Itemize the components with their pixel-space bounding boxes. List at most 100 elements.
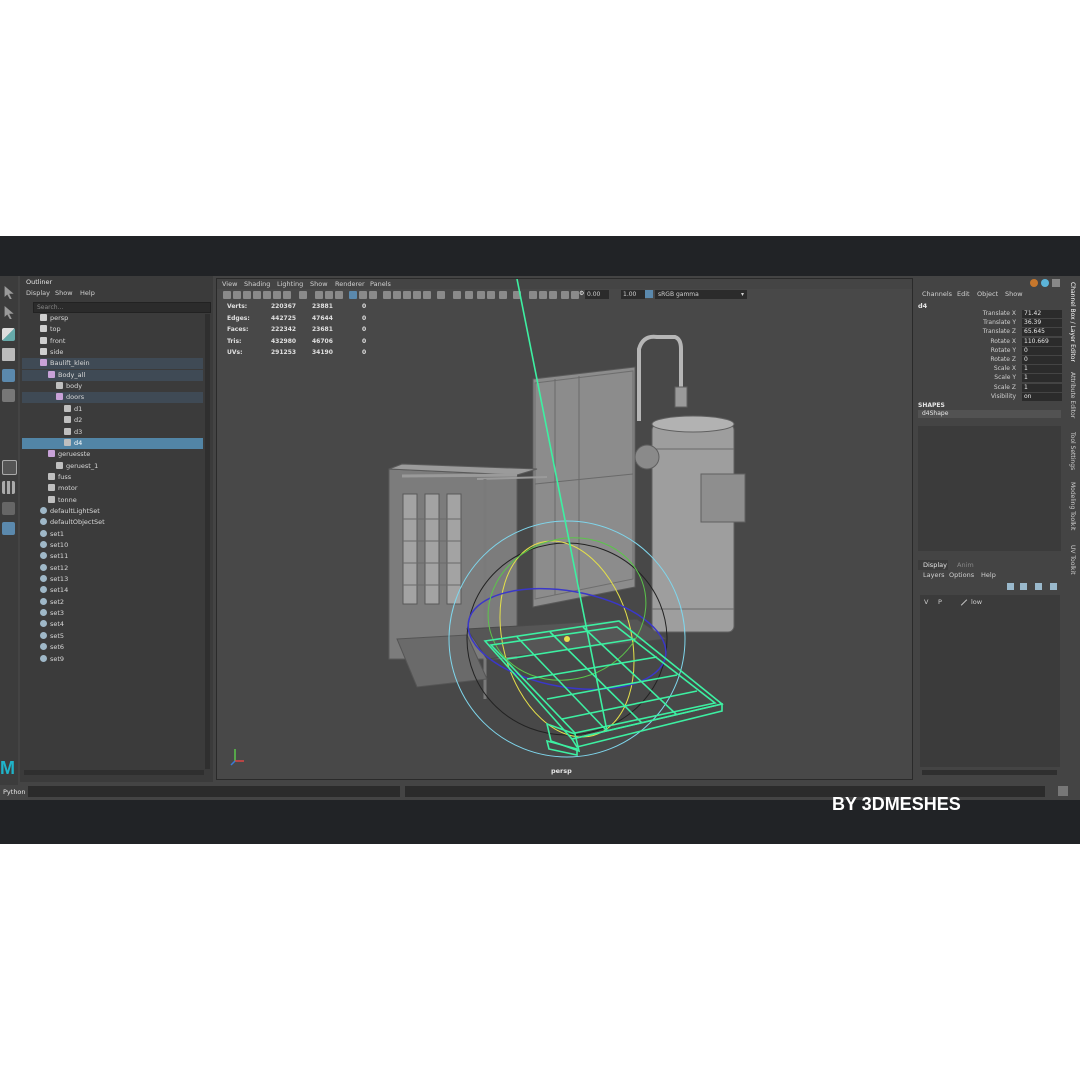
- outliner-item-d2[interactable]: d2: [22, 415, 203, 426]
- paint-tool-icon[interactable]: [2, 328, 15, 341]
- outliner-tab[interactable]: Outliner: [26, 278, 52, 286]
- outliner-hscrollbar[interactable]: [24, 770, 204, 775]
- outliner-item-front[interactable]: front: [22, 336, 203, 347]
- channel-attr-value[interactable]: 65.645: [1022, 328, 1062, 337]
- outliner-item-set11[interactable]: set11: [22, 551, 203, 562]
- outliner-item-persp[interactable]: persp: [22, 313, 203, 324]
- channel-attr-value[interactable]: 110.669: [1022, 337, 1062, 346]
- outliner-item-set2[interactable]: set2: [22, 597, 203, 608]
- channel-attr-label[interactable]: Visibility: [916, 393, 1016, 400]
- channel-menu-channels[interactable]: Channels: [922, 290, 952, 298]
- layer-menu-options[interactable]: Options: [949, 571, 974, 579]
- move-tool-icon[interactable]: [2, 348, 15, 361]
- move-layer-down-icon[interactable]: [1020, 583, 1027, 590]
- channel-attr-label[interactable]: Scale Z: [916, 384, 1016, 391]
- outliner-item-d4[interactable]: d4: [22, 437, 203, 449]
- command-language-label[interactable]: Python: [3, 787, 26, 797]
- viewport-persp[interactable]: View Shading Lighting Show Renderer Pane…: [216, 278, 913, 780]
- shape-node-row[interactable]: d4Shape: [918, 410, 1061, 418]
- channel-menu-edit[interactable]: Edit: [957, 290, 970, 298]
- channel-attr-label[interactable]: Translate Z: [916, 328, 1016, 335]
- outliner-item-set1[interactable]: set1: [22, 529, 203, 540]
- outliner-menu-help[interactable]: Help: [80, 289, 95, 297]
- outliner-item-top[interactable]: top: [22, 324, 203, 335]
- layout-two-icon[interactable]: [2, 502, 15, 515]
- lasso-tool-icon[interactable]: [4, 306, 14, 319]
- layout-outliner-icon[interactable]: [2, 522, 15, 535]
- new-layer-icon[interactable]: [1035, 583, 1042, 590]
- side-tab[interactable]: Tool Settings: [1064, 432, 1076, 470]
- layer-hscrollbar[interactable]: [922, 770, 1057, 775]
- outliner-item-geruesste[interactable]: geruesste: [22, 449, 203, 460]
- channel-attr-label[interactable]: Rotate Y: [916, 347, 1016, 354]
- channel-attr-label[interactable]: Translate Y: [916, 319, 1016, 326]
- layer-tab-anim[interactable]: Anim: [957, 560, 974, 570]
- scale-tool-icon[interactable]: [2, 389, 15, 402]
- layer-color-icon[interactable]: [960, 599, 968, 606]
- outliner-item-set4[interactable]: set4: [22, 619, 203, 630]
- outliner-item-set9[interactable]: set9: [22, 654, 203, 665]
- outliner-item-defaultObjectSet[interactable]: defaultObjectSet: [22, 517, 203, 528]
- channel-attr-label[interactable]: Translate X: [916, 310, 1016, 317]
- side-tab[interactable]: UV Toolkit: [1064, 545, 1076, 575]
- outliner-item-set5[interactable]: set5: [22, 631, 203, 642]
- command-input[interactable]: [28, 786, 400, 797]
- outliner-item-fuss[interactable]: fuss: [22, 472, 203, 483]
- outliner-item-d3[interactable]: d3: [22, 427, 203, 438]
- outliner-item-d1[interactable]: d1: [22, 404, 203, 415]
- script-editor-icon[interactable]: [1058, 786, 1068, 796]
- channel-menu-object[interactable]: Object: [977, 290, 998, 298]
- channel-menu-show[interactable]: Show: [1005, 290, 1023, 298]
- layer-tab-display[interactable]: Display: [918, 560, 948, 570]
- channel-attr-value[interactable]: 1: [1022, 383, 1062, 392]
- outliner-item-defaultLightSet[interactable]: defaultLightSet: [22, 506, 203, 517]
- outliner-item-set10[interactable]: set10: [22, 540, 203, 551]
- channel-attr-label[interactable]: Rotate X: [916, 338, 1016, 345]
- outliner-item-tonne[interactable]: tonne: [22, 495, 203, 506]
- outliner-item-set14[interactable]: set14: [22, 585, 203, 596]
- channel-attr-value[interactable]: 1: [1022, 365, 1062, 374]
- side-tab[interactable]: Attribute Editor: [1064, 372, 1076, 418]
- channel-attr-label[interactable]: Scale Y: [916, 374, 1016, 381]
- outliner-item-set12[interactable]: set12: [22, 563, 203, 574]
- outliner-item-set3[interactable]: set3: [22, 608, 203, 619]
- layout-four-icon[interactable]: [2, 481, 15, 494]
- select-tool-icon[interactable]: [4, 286, 14, 299]
- rotate-tool-icon[interactable]: [2, 369, 15, 382]
- outliner-item-doors[interactable]: doors: [22, 392, 203, 404]
- outliner-scrollbar[interactable]: [205, 314, 210, 769]
- outliner-item-geruest_1[interactable]: geruest_1: [22, 461, 203, 472]
- outliner-search-input[interactable]: Search...: [33, 302, 211, 313]
- outliner-item-Body_all[interactable]: Body_all: [22, 369, 203, 381]
- outliner-item-body[interactable]: body: [22, 381, 203, 392]
- layer-editor-icon[interactable]: [1041, 279, 1049, 287]
- layer-name[interactable]: low: [971, 597, 982, 607]
- channel-attr-value[interactable]: 1: [1022, 374, 1062, 383]
- layer-menu-help[interactable]: Help: [981, 571, 996, 579]
- outliner-item-side[interactable]: side: [22, 347, 203, 358]
- channel-attr-value[interactable]: on: [1022, 392, 1062, 401]
- move-layer-up-icon[interactable]: [1007, 583, 1014, 590]
- layer-visibility-toggle[interactable]: V: [924, 597, 928, 607]
- outliner-menu-show[interactable]: Show: [55, 289, 73, 297]
- outliner-item-Baulift_klein[interactable]: Baulift_klein: [22, 358, 203, 370]
- channel-attr-value[interactable]: 0: [1022, 356, 1062, 364]
- outliner-item-set6[interactable]: set6: [22, 642, 203, 653]
- channel-attr-value[interactable]: 0: [1022, 346, 1062, 355]
- channel-box-icon[interactable]: [1030, 279, 1038, 287]
- layer-row[interactable]: V P low: [920, 597, 1060, 607]
- attribute-icon[interactable]: [1052, 279, 1060, 287]
- channel-attr-label[interactable]: Rotate Z: [916, 356, 1016, 363]
- new-layer-selected-icon[interactable]: [1050, 583, 1057, 590]
- side-tab[interactable]: Modeling Toolkit: [1064, 482, 1076, 530]
- layout-single-icon[interactable]: [2, 460, 17, 475]
- channel-attr-value[interactable]: 36.39: [1022, 319, 1062, 328]
- layer-playback-toggle[interactable]: P: [938, 597, 942, 607]
- side-tab[interactable]: Channel Box / Layer Editor: [1064, 282, 1076, 362]
- outliner-menu-display[interactable]: Display: [26, 289, 50, 297]
- outliner-item-set13[interactable]: set13: [22, 574, 203, 585]
- outliner-item-motor[interactable]: motor: [22, 483, 203, 494]
- channel-attr-value[interactable]: 71.42: [1022, 310, 1062, 318]
- channel-attr-label[interactable]: Scale X: [916, 365, 1016, 372]
- layer-menu-layers[interactable]: Layers: [923, 571, 945, 579]
